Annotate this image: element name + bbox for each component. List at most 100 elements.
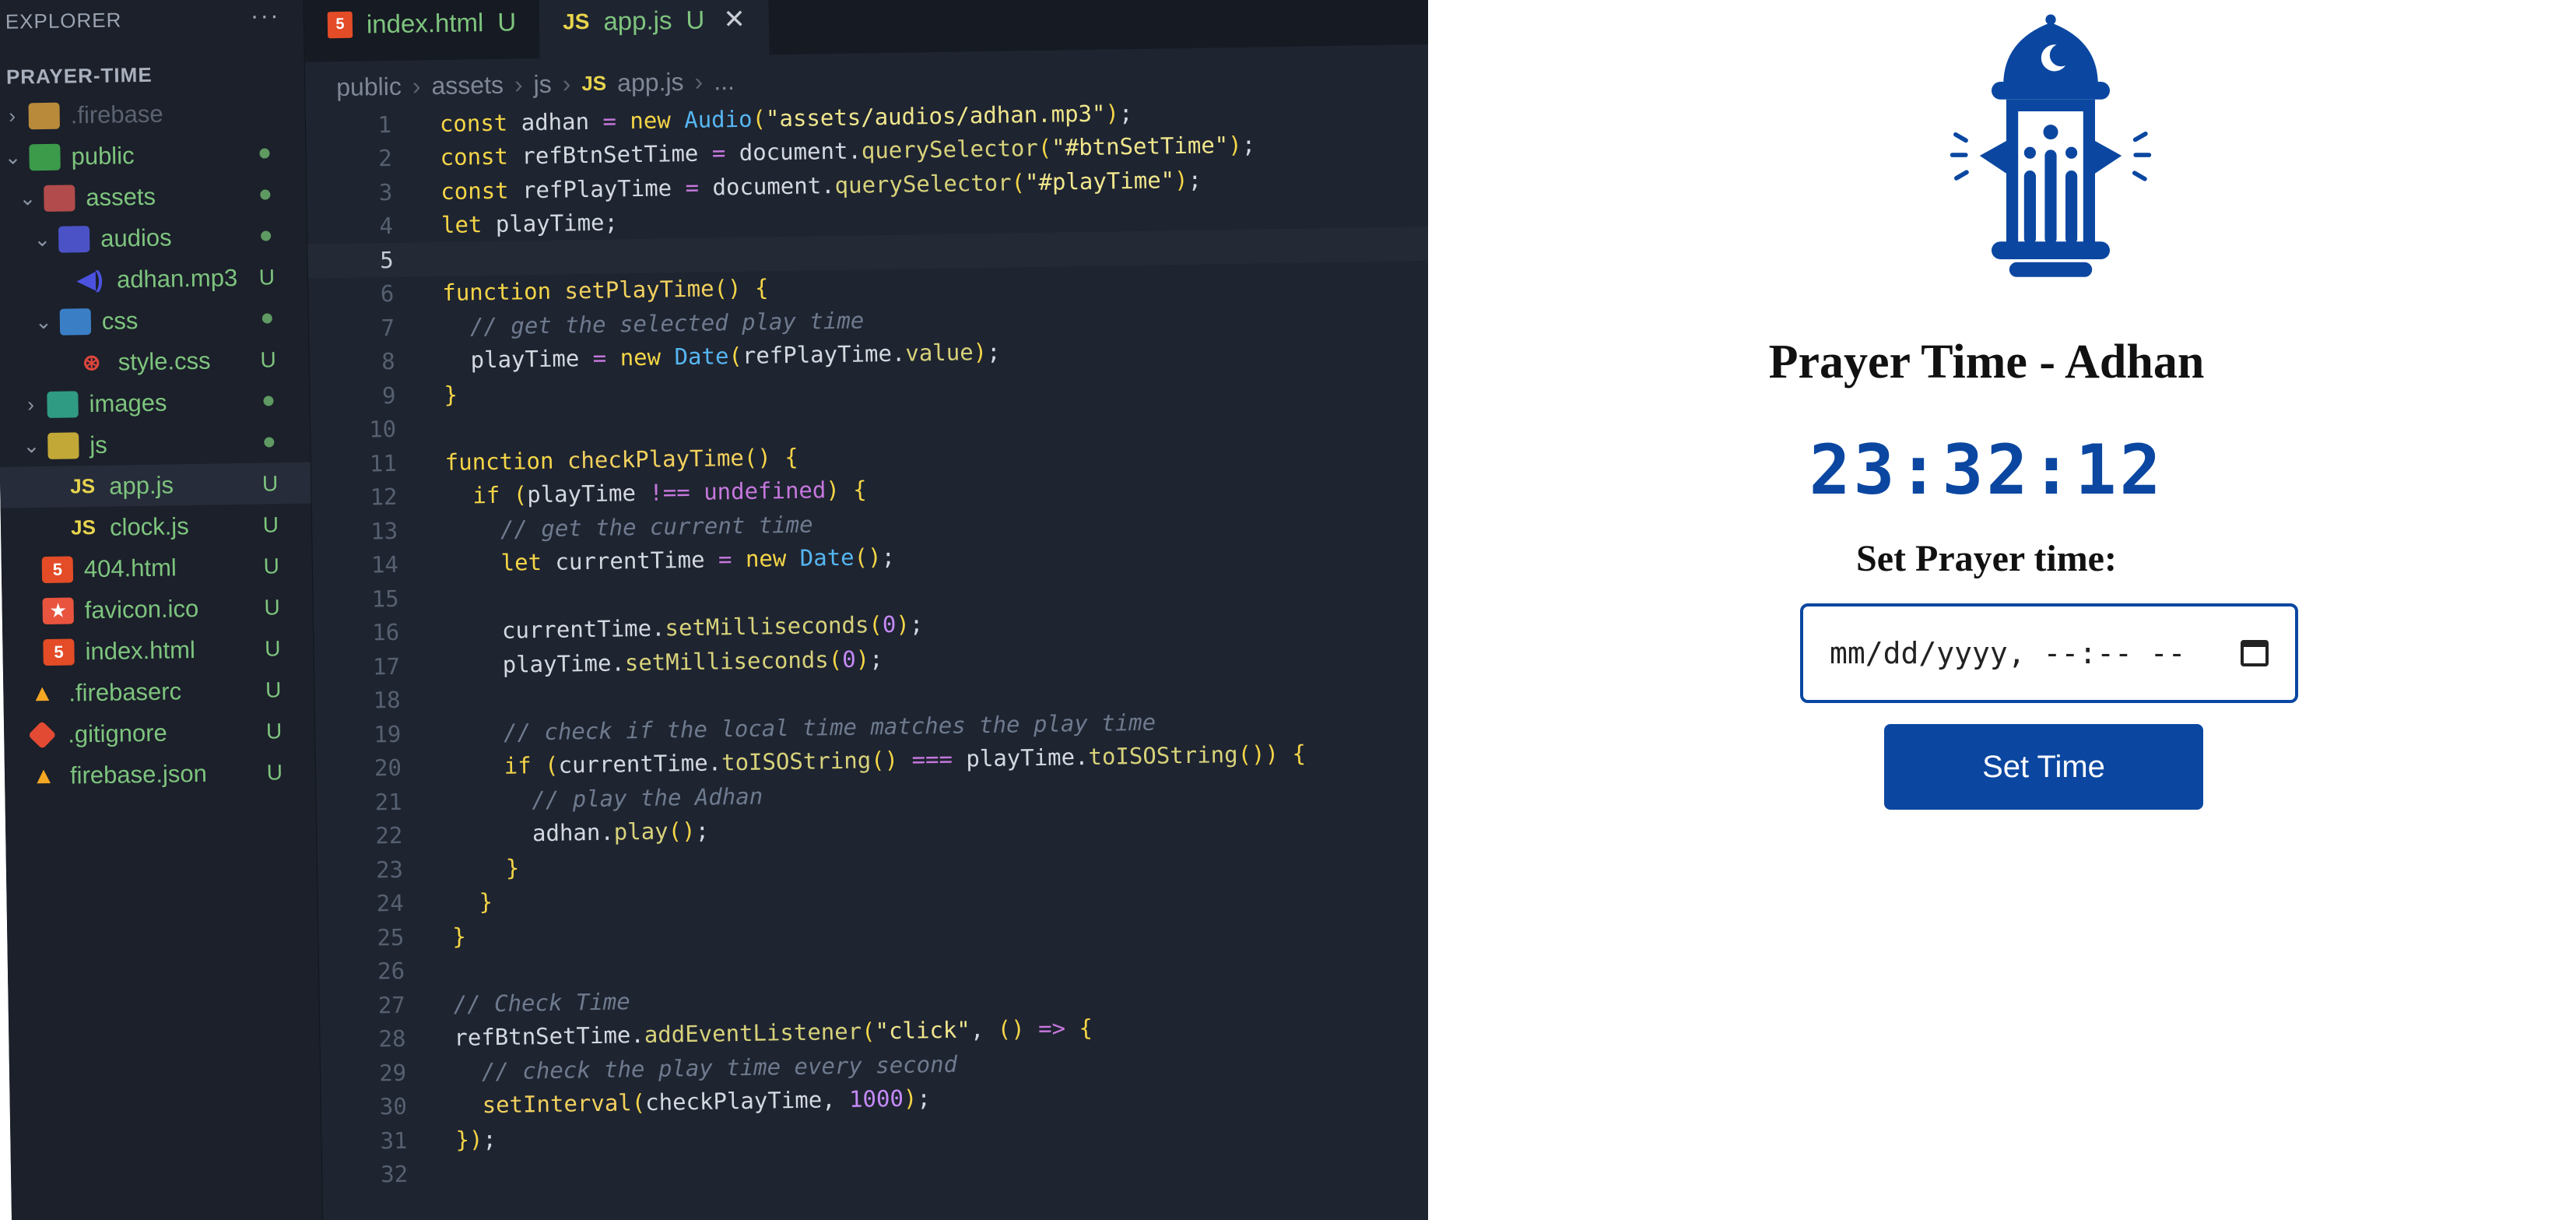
code-text: }: [479, 888, 493, 916]
line-number: 8: [381, 348, 395, 375]
tree-item-label: style.css: [118, 346, 211, 376]
line-number: 13: [370, 517, 398, 545]
tree-item-firebase-json[interactable]: ▲ firebase.json U: [5, 751, 316, 797]
chevron-right-icon: ›: [412, 71, 421, 100]
chevron-right-icon: ›: [9, 104, 16, 128]
code-text: if (playTime !== undefined) {: [472, 476, 867, 509]
set-time-button[interactable]: Set Time: [1884, 724, 2203, 810]
chevron-down-icon: ⌄: [4, 145, 22, 169]
line-number: 28: [378, 1025, 406, 1053]
css-file-icon: ⊛: [82, 350, 101, 375]
tree-item-index-html[interactable]: 5 index.html U: [2, 628, 314, 673]
code-text: }: [452, 923, 467, 950]
chevron-right-icon: ›: [26, 392, 35, 417]
speaker-icon: ◀): [77, 266, 104, 294]
star-icon: ★: [42, 596, 74, 624]
code-text: }: [444, 381, 458, 408]
code-text: let currentTime = new Date();: [500, 543, 896, 577]
tree-item-gitignore[interactable]: .gitignore U: [4, 710, 315, 756]
explorer-sidebar: EXPLORER ··· PRAYER-TIME › .firebase ⌄ p…: [0, 0, 324, 1220]
tree-item-favicon-ico[interactable]: ★ favicon.ico U: [2, 586, 313, 632]
tree-item-label: css: [101, 306, 139, 335]
tree-item-clock-js[interactable]: JS clock.js U: [1, 504, 312, 550]
untracked-badge: U: [265, 635, 281, 661]
tab-index-html[interactable]: 5 index.html U: [304, 0, 540, 62]
tree-item-public-folder[interactable]: ⌄ public: [0, 132, 306, 178]
tree-item-images-folder[interactable]: › images: [0, 380, 310, 426]
breadcrumb-item[interactable]: public: [336, 72, 402, 101]
modified-dot: [260, 189, 271, 200]
code-area[interactable]: 1 const adhan = new Audio("assets/audios/…: [306, 90, 1475, 1192]
chevron-down-icon: ⌄: [23, 434, 40, 458]
tree-item-label: favicon.ico: [84, 594, 199, 624]
line-number: 16: [372, 619, 400, 646]
firebase-icon: ▲: [31, 762, 56, 789]
page-title: Prayer Time - Adhan: [1768, 336, 2205, 389]
tree-item-adhan-mp3[interactable]: ◀) adhan.mp3 U: [0, 256, 307, 302]
tree-item-assets-folder[interactable]: ⌄ assets: [0, 174, 307, 220]
code-text: setInterval(checkPlayTime, 1000);: [482, 1085, 932, 1119]
chevron-down-icon: ⌄: [33, 227, 51, 251]
project-title[interactable]: PRAYER-TIME: [0, 47, 304, 96]
breadcrumb-item[interactable]: js: [533, 69, 552, 98]
line-number: 31: [380, 1127, 408, 1155]
breadcrumb-item[interactable]: ...: [714, 67, 735, 96]
tree-item-app-js[interactable]: JS app.js U: [0, 462, 311, 508]
modified-dot: [263, 396, 274, 406]
line-number: 12: [370, 483, 398, 511]
tab-app-js[interactable]: JS app.js U ✕: [539, 0, 770, 58]
mosque-lantern-icon: [1950, 14, 2152, 277]
calendar-icon[interactable]: [2241, 640, 2269, 666]
tree-item-css-folder[interactable]: ⌄ css: [0, 297, 308, 343]
tree-item-firebase-folder[interactable]: › .firebase: [0, 91, 305, 137]
html5-icon: 5: [41, 555, 74, 583]
browser-preview: Prayer Time - Adhan 23:32:12 Set Prayer …: [1428, 0, 2576, 1220]
line-number: 7: [381, 314, 395, 341]
tree-item-js-folder[interactable]: ⌄ js: [0, 421, 311, 467]
tree-item-404-html[interactable]: 5 404.html U: [1, 545, 312, 591]
tab-label: app.js: [603, 5, 672, 36]
tree-item-label: public: [71, 141, 135, 170]
line-number: 24: [376, 890, 404, 917]
code-text: // get the current time: [500, 511, 813, 543]
tree-item-audios-folder[interactable]: ⌄ audios: [0, 215, 307, 261]
untracked-badge: U: [260, 346, 276, 372]
line-number: 29: [378, 1059, 407, 1087]
datetime-input[interactable]: mm/dd/yyyy, --:-- --: [1800, 603, 2298, 703]
untracked-badge: U: [266, 759, 283, 785]
untracked-badge: U: [264, 594, 280, 620]
line-number: 2: [377, 145, 392, 172]
more-actions-icon[interactable]: ···: [250, 1, 280, 30]
explorer-header: EXPLORER ···: [0, 0, 304, 51]
line-number: 1: [377, 111, 392, 138]
tree-item-label: audios: [100, 223, 172, 252]
line-number: 19: [374, 720, 402, 748]
code-editor-window: EXPLORER ··· PRAYER-TIME › .firebase ⌄ p…: [0, 0, 1476, 1220]
assets-folder-icon: [44, 184, 75, 212]
line-number: 27: [377, 991, 405, 1019]
tree-item-style-css[interactable]: ⊛ style.css U: [0, 339, 309, 385]
line-number: 10: [368, 416, 397, 443]
tree-item-label: firebase.json: [69, 759, 208, 789]
tree-item-firebaserc[interactable]: ▲ .firebaserc U: [3, 669, 314, 715]
line-number: 14: [370, 551, 399, 578]
breadcrumb-item[interactable]: assets: [431, 70, 504, 100]
public-folder-icon: [29, 143, 61, 171]
javascript-icon: JS: [581, 71, 607, 95]
line-number: 15: [371, 585, 399, 613]
code-text: let playTime;: [440, 209, 619, 239]
tree-item-label: index.html: [85, 635, 196, 665]
close-tab-icon[interactable]: ✕: [723, 4, 746, 35]
set-prayer-time-label: Set Prayer time:: [1856, 538, 2117, 579]
folder-icon: [28, 102, 60, 129]
chevron-right-icon: ›: [694, 67, 704, 96]
line-number: 11: [369, 449, 398, 477]
code-text: // Check Time: [453, 988, 630, 1018]
line-number: 6: [380, 280, 395, 308]
explorer-title: EXPLORER: [5, 8, 122, 33]
breadcrumb-item[interactable]: app.js: [617, 68, 684, 97]
untracked-badge: U: [262, 512, 279, 537]
firebase-icon: ▲: [30, 680, 54, 706]
